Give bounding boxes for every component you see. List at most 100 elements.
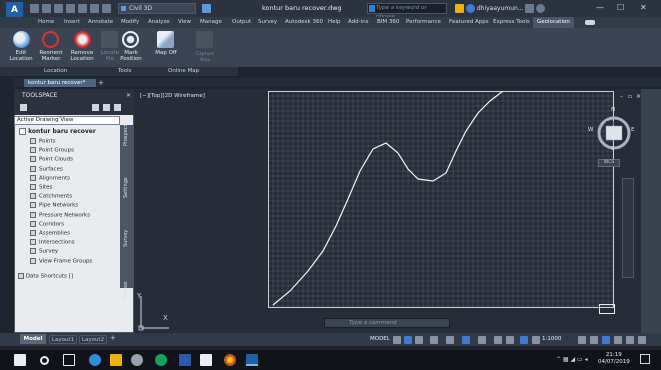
capture-area-label[interactable]: Capture Area: [190, 52, 220, 64]
viewcube-east[interactable]: E: [631, 127, 634, 133]
civil3d-taskbar-icon[interactable]: [246, 354, 258, 366]
task-view-icon[interactable]: [63, 354, 75, 366]
tree-item-assemblies[interactable]: Assemblies: [30, 230, 70, 237]
tab-annotate[interactable]: Annotate: [88, 19, 113, 25]
redo-icon[interactable]: [102, 4, 111, 13]
maximize-button[interactable]: ☐: [617, 3, 624, 12]
globe-pin-icon[interactable]: [13, 31, 30, 48]
green-app-icon[interactable]: [155, 354, 167, 366]
crosshair-marker-icon[interactable]: [42, 31, 59, 48]
status-toggle-icon[interactable]: [614, 336, 622, 344]
chrome-icon[interactable]: [224, 354, 236, 366]
tree-item-sites[interactable]: Sites: [30, 184, 52, 191]
tab-model[interactable]: Model: [20, 334, 46, 344]
tab-home[interactable]: Home: [38, 19, 54, 25]
side-tab-toolbox[interactable]: Toolbox: [123, 281, 129, 300]
binoculars-icon[interactable]: [455, 4, 464, 13]
tab-analyze[interactable]: Analyze: [148, 19, 170, 25]
status-toggle-icon[interactable]: [590, 336, 598, 344]
viewcube-top-label[interactable]: TOP: [606, 121, 616, 127]
locate-me-icon[interactable]: [101, 31, 118, 48]
status-toggle-icon[interactable]: [520, 336, 528, 344]
tab-output[interactable]: Output: [232, 19, 251, 25]
tab-autodesk-360[interactable]: Autodesk 360: [285, 19, 323, 25]
tab-layout1[interactable]: Layout1: [49, 335, 77, 344]
workspace-selector[interactable]: Civil 3D: [118, 3, 196, 14]
tab-modify[interactable]: Modify: [121, 19, 139, 25]
tab-view[interactable]: View: [178, 19, 191, 25]
windows-start-icon[interactable]: [14, 354, 26, 366]
status-toggle-icon[interactable]: [404, 336, 412, 344]
tab-layout2[interactable]: Layout2: [79, 335, 107, 344]
tree-item-alignments[interactable]: Alignments: [30, 174, 70, 181]
status-toggle-icon[interactable]: [494, 336, 502, 344]
tree-root[interactable]: kontur baru recover: [19, 128, 96, 135]
viewcube-north[interactable]: N: [611, 107, 615, 113]
side-tab-settings[interactable]: Settings: [123, 177, 129, 198]
status-toggle-icon[interactable]: [532, 336, 540, 344]
tab-survey[interactable]: Survey: [258, 19, 277, 25]
clock[interactable]: 21:19 04/07/2019: [598, 352, 630, 366]
status-toggle-icon[interactable]: [462, 336, 470, 344]
tab-manage[interactable]: Manage: [200, 19, 222, 25]
tree-item-data-shortcuts[interactable]: Data Shortcuts []: [18, 273, 73, 280]
side-tab-survey[interactable]: Survey: [123, 230, 129, 247]
view-selector[interactable]: Active Drawing View: [14, 116, 120, 125]
close-icon[interactable]: ✕: [126, 92, 131, 99]
status-toggle-icon[interactable]: [393, 336, 401, 344]
tree-item-pressure-networks[interactable]: Pressure Networks: [30, 211, 90, 218]
ribbon-toggle-icon[interactable]: [585, 20, 595, 25]
remove-location-icon[interactable]: [74, 31, 91, 48]
file-icon[interactable]: [200, 354, 212, 366]
tab-document[interactable]: kontur baru recover*: [24, 79, 96, 87]
open-icon[interactable]: [42, 4, 51, 13]
status-toggle-icon[interactable]: [626, 336, 634, 344]
tool-palette-strip[interactable]: [641, 89, 661, 333]
map-icon[interactable]: [157, 31, 174, 48]
word-icon[interactable]: [179, 354, 191, 366]
status-toggle-icon[interactable]: [578, 336, 586, 344]
tab-geolocation[interactable]: Geolocation: [533, 17, 574, 28]
help-icon[interactable]: [536, 4, 546, 13]
contour-profile-drawing[interactable]: [268, 91, 614, 308]
tab-performance[interactable]: Performance: [406, 19, 441, 25]
command-line-input[interactable]: Type a command: [324, 318, 450, 328]
app-icon[interactable]: [131, 354, 143, 366]
status-toggle-icon[interactable]: [506, 336, 514, 344]
tree-item-corridors[interactable]: Corridors: [30, 220, 64, 227]
status-toggle-icon[interactable]: [602, 336, 610, 344]
save-as-icon[interactable]: [66, 4, 75, 13]
edge-icon[interactable]: [89, 354, 101, 366]
file-explorer-icon[interactable]: [110, 354, 122, 366]
tab-help[interactable]: Help: [328, 19, 341, 25]
minimize-button[interactable]: —: [596, 3, 604, 12]
remove-location-label[interactable]: Remove Location: [64, 50, 100, 62]
mark-position-label[interactable]: Mark Position: [115, 50, 147, 62]
navigation-bar[interactable]: [622, 178, 634, 278]
exchange-icon[interactable]: [525, 4, 535, 13]
tab-add-ins[interactable]: Add-ins: [348, 19, 369, 25]
list-view-icon[interactable]: [103, 104, 110, 111]
ucs-menu[interactable]: WCS: [598, 159, 620, 167]
new-icon[interactable]: [30, 4, 39, 13]
new-tab-icon[interactable]: +: [98, 79, 104, 87]
tree-item-catchments[interactable]: Catchments: [30, 193, 72, 200]
tab-express-tools[interactable]: Express Tools: [493, 19, 530, 25]
panel-icon[interactable]: [20, 104, 27, 111]
viewport-restore-icon[interactable]: ▫: [628, 93, 632, 100]
search-input[interactable]: Type a keyword or phrase: [367, 3, 447, 20]
tree-item-point-clouds[interactable]: Point Clouds: [30, 156, 73, 163]
tab-insert[interactable]: Insert: [64, 19, 80, 25]
tree-item-points[interactable]: Points: [30, 138, 56, 145]
notifications-icon[interactable]: [640, 354, 650, 364]
search-icon[interactable]: [40, 356, 49, 365]
tree-item-point-groups[interactable]: Point Groups: [30, 147, 74, 154]
viewcube-west[interactable]: W: [588, 127, 593, 133]
tree-item-intersections[interactable]: Intersections: [30, 239, 75, 246]
status-toggle-icon[interactable]: [478, 336, 486, 344]
tree-item-survey[interactable]: Survey: [30, 248, 58, 255]
annotation-scale[interactable]: 1:1000: [542, 336, 561, 342]
user-account[interactable]: dhiyaayumun...: [455, 3, 570, 14]
status-toggle-icon[interactable]: [638, 336, 646, 344]
viewport-minimize-icon[interactable]: –: [620, 93, 623, 100]
